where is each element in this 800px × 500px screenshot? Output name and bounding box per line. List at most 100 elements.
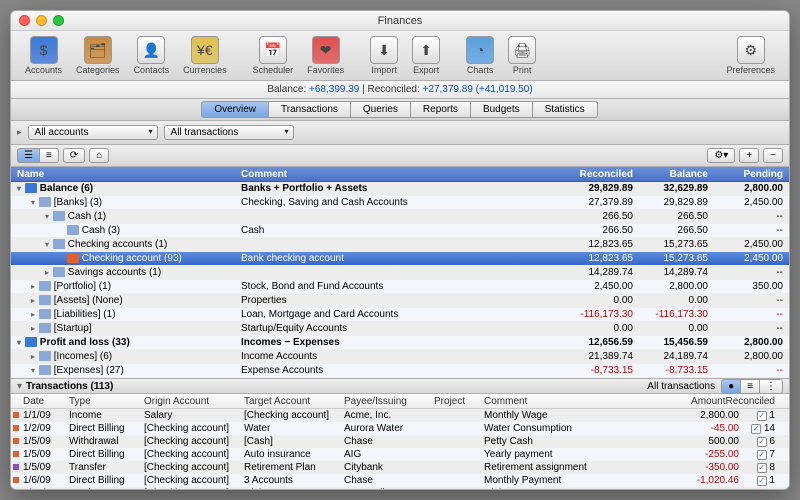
disclosure-icon[interactable]: ▸ bbox=[31, 352, 39, 361]
grid-view-button[interactable]: ≡ bbox=[39, 148, 59, 163]
account-row[interactable]: ▾ [Expenses] (27) Expense Accounts -8,73… bbox=[11, 364, 789, 378]
account-pending: 2,450.00 bbox=[714, 253, 789, 264]
col-comment-header[interactable]: Comment bbox=[241, 169, 564, 180]
toolbar-charts[interactable]: ◔Charts bbox=[460, 34, 500, 77]
tab-queries[interactable]: Queries bbox=[350, 101, 411, 118]
col-origin-header[interactable]: Origin Account bbox=[144, 396, 244, 407]
toolbar-import[interactable]: ⬇Import bbox=[364, 34, 404, 77]
disclosure-icon[interactable]: ▸ bbox=[17, 127, 22, 138]
toolbar-categories[interactable]: 🗂Categories bbox=[70, 34, 126, 77]
account-row[interactable]: ▸ [Portfolio] (1) Stock, Bond and Fund A… bbox=[11, 280, 789, 294]
account-reconciled: 27,379.89 bbox=[564, 197, 639, 208]
col-payee-header[interactable]: Payee/Issuing bbox=[344, 396, 434, 407]
account-row[interactable]: ▾ Checking accounts (1) 12,823.65 15,273… bbox=[11, 238, 789, 252]
tab-budgets[interactable]: Budgets bbox=[470, 101, 533, 118]
col-date-header[interactable]: Date bbox=[19, 396, 69, 407]
col-reconciled-header[interactable]: Reconciled bbox=[726, 396, 789, 407]
col-reconciled-header[interactable]: Reconciled bbox=[564, 169, 639, 180]
disclosure-icon[interactable]: ▾ bbox=[31, 366, 39, 375]
account-row[interactable]: ▸ Savings accounts (1) 14,289.74 14,289.… bbox=[11, 266, 789, 280]
disclosure-icon[interactable]: ▾ bbox=[17, 381, 22, 392]
disclosure-icon[interactable]: ▸ bbox=[31, 310, 39, 319]
toolbar-export[interactable]: ⬆Export bbox=[406, 34, 446, 77]
account-balance: 0.00 bbox=[639, 323, 714, 334]
account-pending: -- bbox=[714, 323, 789, 334]
titlebar[interactable]: Finances bbox=[11, 11, 789, 31]
tab-reports[interactable]: Reports bbox=[410, 101, 471, 118]
toolbar-scheduler[interactable]: 📅Scheduler bbox=[247, 34, 300, 77]
reconciled-checkbox[interactable]: ✓ bbox=[757, 450, 767, 460]
disclosure-icon[interactable]: ▸ bbox=[31, 324, 39, 333]
toolbar-currencies[interactable]: ¥€Currencies bbox=[177, 34, 233, 77]
transaction-filter-select[interactable]: All transactions bbox=[164, 125, 294, 140]
toolbar-contacts[interactable]: 👤Contacts bbox=[128, 34, 176, 77]
list-view-button[interactable]: ☰ bbox=[17, 148, 40, 163]
trans-view1-button[interactable]: ● bbox=[721, 379, 741, 394]
tab-statistics[interactable]: Statistics bbox=[532, 101, 598, 118]
disclosure-icon[interactable]: ▾ bbox=[17, 184, 25, 193]
trans-comment: Yearly payment bbox=[484, 449, 679, 460]
disclosure-icon[interactable]: ▸ bbox=[31, 282, 39, 291]
transactions-list[interactable]: 1/1/09 Income Salary [Checking account] … bbox=[11, 409, 789, 489]
col-balance-header[interactable]: Balance bbox=[639, 169, 714, 180]
account-row[interactable]: ▾ [Banks] (3) Checking, Saving and Cash … bbox=[11, 196, 789, 210]
reconciled-checkbox[interactable]: ✓ bbox=[751, 424, 761, 434]
trans-view3-button[interactable]: ⋮ bbox=[759, 379, 783, 394]
account-row[interactable]: ▾ Profit and loss (33) Incomes − Expense… bbox=[11, 336, 789, 350]
account-row[interactable]: ▸ [Liabilities] (1) Loan, Mortgage and C… bbox=[11, 308, 789, 322]
tab-overview[interactable]: Overview bbox=[201, 101, 269, 118]
transaction-row[interactable]: 1/1/09 Income Salary [Checking account] … bbox=[11, 409, 789, 422]
account-row[interactable]: ▾ Balance (6) Banks + Portfolio + Assets… bbox=[11, 182, 789, 196]
disclosure-icon[interactable]: ▸ bbox=[45, 268, 53, 277]
trans-view2-button[interactable]: ≡ bbox=[740, 379, 760, 394]
account-row[interactable]: ▸ [Incomes] (6) Income Accounts 21,389.7… bbox=[11, 350, 789, 364]
accounts-column-header: Name Comment Reconciled Balance Pending bbox=[11, 167, 789, 182]
account-row[interactable]: Checking account (93) Bank checking acco… bbox=[11, 252, 789, 266]
tab-transactions[interactable]: Transactions bbox=[268, 101, 351, 118]
account-row[interactable]: ▸ [Assets] (None) Properties 0.00 0.00 -… bbox=[11, 294, 789, 308]
reconciled-checkbox[interactable]: ✓ bbox=[757, 437, 767, 447]
account-balance: 15,456.59 bbox=[639, 337, 714, 348]
transaction-row[interactable]: 1/5/09 Withdrawal [Checking account] [Ca… bbox=[11, 435, 789, 448]
disclosure-icon[interactable]: ▾ bbox=[17, 338, 25, 347]
col-project-header[interactable]: Project bbox=[434, 396, 484, 407]
disclosure-icon[interactable]: ▾ bbox=[45, 212, 53, 221]
toolbar-label: Favorites bbox=[307, 65, 344, 75]
account-row[interactable]: Cash (3) Cash 266.50 266.50 -- bbox=[11, 224, 789, 238]
disclosure-icon[interactable]: ▾ bbox=[31, 198, 39, 207]
toolbar-accounts[interactable]: $Accounts bbox=[19, 34, 68, 77]
account-row[interactable]: ▾ Cash (1) 266.50 266.50 -- bbox=[11, 210, 789, 224]
reconciled-checkbox[interactable]: ✓ bbox=[757, 463, 767, 473]
transaction-row[interactable]: 1/5/09 Transfer [Checking account] Retir… bbox=[11, 461, 789, 474]
col-type-header[interactable]: Type bbox=[69, 396, 144, 407]
transaction-row[interactable]: 1/10/09 Card Payment [Checking account] … bbox=[11, 487, 789, 489]
col-comment-header[interactable]: Comment bbox=[484, 396, 666, 407]
col-amount-header[interactable]: Amount bbox=[666, 396, 726, 407]
col-target-header[interactable]: Target Account bbox=[244, 396, 344, 407]
toolbar-preferences[interactable]: ⚙Preferences bbox=[720, 34, 781, 77]
refresh-button[interactable]: ⟳ bbox=[63, 148, 85, 163]
col-pending-header[interactable]: Pending bbox=[714, 169, 789, 180]
accounts-tree[interactable]: ▾ Balance (6) Banks + Portfolio + Assets… bbox=[11, 182, 789, 378]
reconciled-checkbox[interactable]: ✓ bbox=[757, 411, 767, 421]
toolbar-favorites[interactable]: ❤Favorites bbox=[301, 34, 350, 77]
toolbar-print[interactable]: 🖨Print bbox=[502, 34, 542, 77]
account-comment: Incomes − Expenses bbox=[241, 337, 564, 348]
reconciled-checkbox[interactable]: ✓ bbox=[751, 489, 761, 490]
gear-button[interactable]: ⚙▾ bbox=[707, 148, 735, 163]
home-button[interactable]: ⌂ bbox=[89, 148, 109, 163]
transaction-row[interactable]: 1/6/09 Direct Billing [Checking account]… bbox=[11, 474, 789, 487]
account-filter-select[interactable]: All accounts bbox=[28, 125, 158, 140]
col-name-header[interactable]: Name bbox=[11, 169, 241, 180]
transaction-row[interactable]: 1/5/09 Direct Billing [Checking account]… bbox=[11, 448, 789, 461]
account-row[interactable]: ▸ [Startup] Startup/Equity Accounts 0.00… bbox=[11, 322, 789, 336]
disclosure-icon[interactable]: ▸ bbox=[31, 296, 39, 305]
trans-type: Card Payment bbox=[69, 488, 144, 489]
trans-payee: Aurora Water bbox=[344, 423, 434, 434]
transaction-row[interactable]: 1/2/09 Direct Billing [Checking account]… bbox=[11, 422, 789, 435]
disclosure-icon[interactable]: ▾ bbox=[45, 240, 53, 249]
reconciled-checkbox[interactable]: ✓ bbox=[757, 476, 767, 486]
trans-target: 3 Accounts bbox=[244, 475, 344, 486]
remove-button[interactable]: − bbox=[763, 148, 783, 163]
add-button[interactable]: + bbox=[739, 148, 759, 163]
